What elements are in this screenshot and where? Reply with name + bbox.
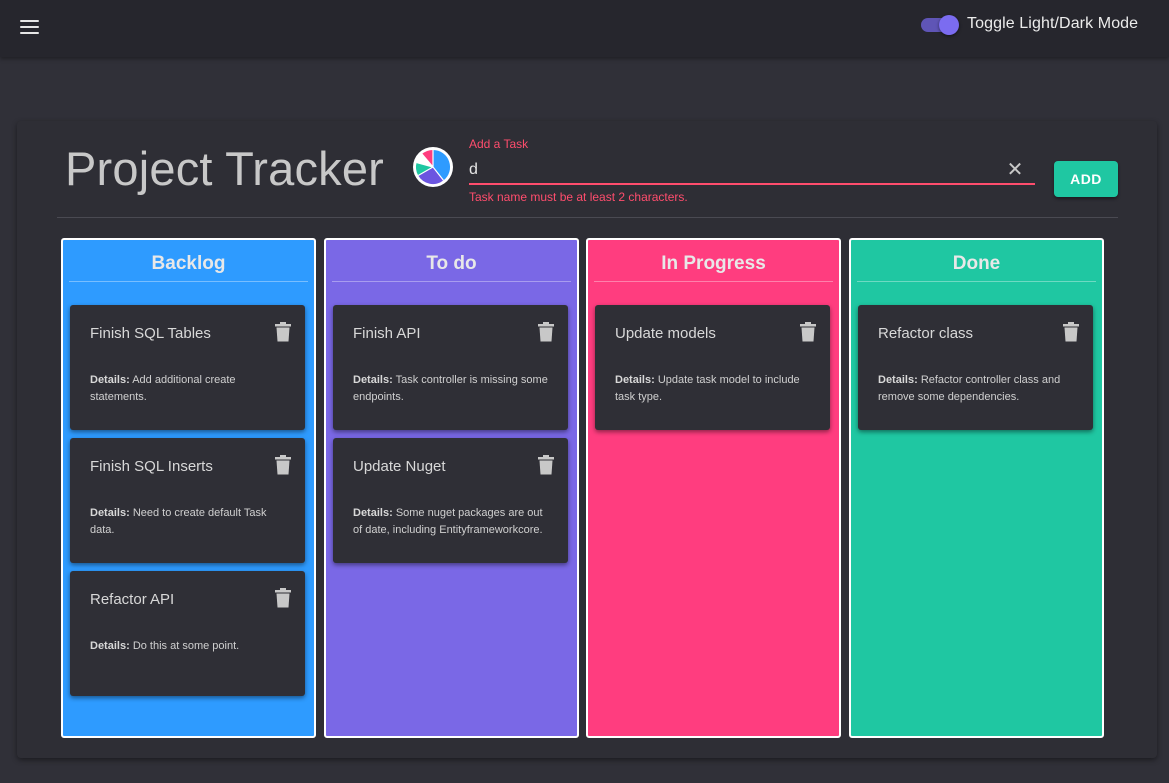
pie-chart-logo [413,147,453,187]
task-title: Finish SQL Tables [90,325,211,342]
task-title: Refactor API [90,591,175,608]
task-card[interactable]: Update models Details: Update task model… [595,305,830,430]
task-title: Update models [615,325,716,342]
task-card[interactable]: Update Nuget Details: Some nuget package… [333,438,568,563]
input-underline [469,183,1035,185]
column-backlog: Backlog Finish SQL Tables Details: Add a… [61,238,316,738]
column-header: In Progress [594,240,833,282]
add-task-input[interactable] [469,158,1009,182]
task-card[interactable]: Finish SQL Tables Details: Add additiona… [70,305,305,430]
divider [57,217,1118,218]
task-card[interactable]: Refactor API Details: Do this at some po… [70,571,305,696]
task-card[interactable]: Refactor class Details: Refactor control… [858,305,1093,430]
task-title: Refactor class [878,325,974,342]
theme-toggle[interactable]: Toggle Light/Dark Mode [921,14,1139,35]
app-bar: Toggle Light/Dark Mode [0,0,1169,57]
task-details: Details: Do this at some point. [90,640,240,652]
column-todo: To do Finish API Details: Task controlle… [324,238,579,738]
trash-icon[interactable] [275,455,291,475]
trash-icon[interactable] [538,455,554,475]
trash-icon[interactable] [538,322,554,342]
hamburger-menu-icon[interactable] [14,12,44,42]
trash-icon[interactable] [275,322,291,342]
task-title: Update Nuget [353,458,446,475]
trash-icon[interactable] [275,588,291,608]
project-panel: Project Tracker Add a Task ✕ Task name m… [17,121,1157,758]
column-header: Done [857,240,1096,282]
task-details: Details: Add additional create statement… [90,374,236,403]
task-details: Details: Refactor controller class and r… [878,374,1061,403]
column-header: Backlog [69,240,308,282]
validation-error: Task name must be at least 2 characters. [469,190,688,204]
trash-icon[interactable] [800,322,816,342]
column-header: To do [332,240,571,282]
toggle-label: Toggle Light/Dark Mode [967,15,1139,32]
task-title: Finish API [353,325,421,342]
task-title: Finish SQL Inserts [90,458,213,475]
column-done: Done Refactor class Details: Refactor co… [849,238,1104,738]
task-details: Details: Need to create default Task dat… [90,507,267,536]
column-in-progress: In Progress Update models Details: Updat… [586,238,841,738]
clear-icon[interactable]: ✕ [1004,159,1026,181]
trash-icon[interactable] [1063,322,1079,342]
add-button[interactable]: ADD [1054,161,1118,197]
task-details: Details: Some nuget packages are out of … [353,507,543,536]
task-card[interactable]: Finish API Details: Task controller is m… [333,305,568,430]
task-details: Details: Update task model to include ta… [615,374,800,403]
toggle-switch[interactable] [921,14,959,35]
task-card[interactable]: Finish SQL Inserts Details: Need to crea… [70,438,305,563]
add-task-field: Add a Task ✕ Task name must be at least … [469,134,1035,206]
page-title: Project Tracker [65,142,385,195]
add-task-label: Add a Task [469,137,529,151]
task-details: Details: Task controller is missing some… [353,374,548,403]
